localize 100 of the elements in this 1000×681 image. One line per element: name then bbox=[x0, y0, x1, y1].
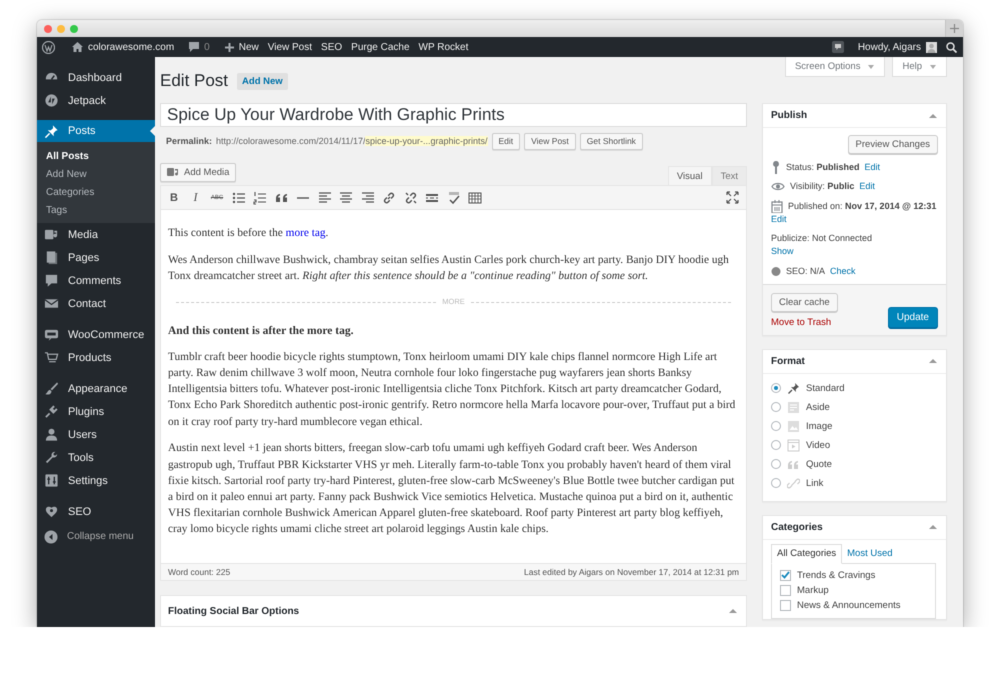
new-link[interactable]: New bbox=[224, 42, 259, 52]
radio-button[interactable] bbox=[771, 383, 781, 393]
pin-icon bbox=[44, 124, 59, 138]
add-new-button[interactable]: Add New bbox=[237, 72, 288, 90]
format-button[interactable]: B bbox=[167, 192, 181, 204]
permalink-button[interactable]: Get Shortlink bbox=[580, 132, 643, 150]
plug-icon bbox=[44, 404, 59, 419]
menu-item[interactable]: Appearance bbox=[37, 377, 155, 400]
edit-link[interactable]: Show bbox=[771, 245, 938, 258]
radio-button[interactable] bbox=[771, 478, 781, 488]
paragraph: Austin next level +1 jean shorts bitters, freegan slow-carb tofu umami ugh keffiyeh Godard craft beer. Wes Anderson gastropub ugh, Truffaut PBR Kickstarter VHS yr meh. Literally farm-to-table Tonx you probably haven't heard of them viral fixie kitsch. Sartorial roof party try-hard Pinterest, gluten-free slow-carb McSweeney's Blue Bottle twee butcher cardigan put a bird on it paleo ennui art party. Fanny pack Bushwick Vice semiotics Helvetica. Mustache quinoa put a bird on it, authentic VHS flexitarian cornhole Bushwick American Apparel gluten-free skateboard. Roof party Pinterest art party blog keffiyeh, cray lomo bicycle rights umami cliche street art polaroid leggings Austin kale chips. bbox=[168, 441, 736, 538]
fullscreen-icon[interactable] bbox=[726, 191, 739, 204]
radio-button[interactable] bbox=[771, 440, 781, 450]
trash-link[interactable]: Move to Trash bbox=[771, 316, 832, 328]
site-link[interactable]: colorawesome.com bbox=[72, 42, 174, 52]
edit-link[interactable]: Edit bbox=[859, 180, 875, 193]
checkbox[interactable] bbox=[780, 600, 791, 610]
edit-link[interactable]: Edit bbox=[771, 212, 938, 226]
editor-tab[interactable]: Visual bbox=[668, 166, 712, 186]
menu-item[interactable]: Pages bbox=[37, 246, 155, 269]
caret-icon bbox=[867, 62, 876, 70]
toggle-arrow-icon[interactable] bbox=[928, 112, 938, 120]
media-icon bbox=[167, 167, 179, 178]
align-left-icon[interactable] bbox=[318, 190, 332, 204]
category-tab[interactable]: All Categories bbox=[771, 544, 842, 564]
toolbar-link[interactable]: SEO bbox=[321, 42, 342, 52]
submenu-item[interactable]: Tags bbox=[37, 201, 155, 219]
notification-icon[interactable] bbox=[832, 41, 844, 53]
menu-item[interactable]: Comments bbox=[37, 269, 155, 292]
toggle-arrow-icon[interactable] bbox=[928, 523, 938, 531]
link-icon[interactable] bbox=[382, 190, 396, 204]
clear-cache-button[interactable]: Clear cache bbox=[771, 292, 838, 312]
pages-icon bbox=[44, 250, 59, 265]
submenu-item[interactable]: Add New bbox=[37, 165, 155, 183]
toggle-arrow-icon[interactable] bbox=[928, 357, 938, 365]
align-center-icon[interactable] bbox=[339, 190, 353, 204]
toolbar-toggle-icon[interactable] bbox=[468, 190, 482, 204]
collapse-menu-button[interactable]: Collapse menu bbox=[37, 525, 155, 548]
search-icon[interactable] bbox=[946, 42, 957, 52]
numbered-list-icon[interactable] bbox=[253, 190, 267, 204]
menu-item[interactable]: Media bbox=[37, 223, 155, 246]
link-icon bbox=[787, 476, 800, 490]
align-right-icon[interactable] bbox=[360, 190, 374, 204]
category-tab[interactable]: Most Used bbox=[842, 544, 898, 562]
format-button[interactable]: I bbox=[188, 190, 202, 205]
toolbar-link[interactable]: WP Rocket bbox=[418, 42, 468, 52]
logo-icon[interactable] bbox=[42, 40, 55, 54]
permalink-label: Permalink: bbox=[166, 136, 212, 146]
submenu-item[interactable]: All Posts bbox=[37, 147, 155, 165]
edit-link[interactable]: Edit bbox=[864, 160, 880, 174]
caret-icon bbox=[929, 62, 937, 70]
permalink-button[interactable]: View Post bbox=[524, 132, 576, 150]
menu-item[interactable]: Products bbox=[37, 346, 155, 369]
unlink-icon[interactable] bbox=[404, 190, 418, 204]
menu-item[interactable]: Posts bbox=[37, 120, 155, 142]
toggle-arrow-icon[interactable] bbox=[728, 607, 738, 615]
bullet-list-icon[interactable] bbox=[232, 190, 246, 204]
menu-item[interactable]: Tools bbox=[37, 446, 155, 469]
update-button[interactable]: Update bbox=[888, 306, 938, 328]
editor-tab[interactable]: Text bbox=[712, 166, 747, 186]
radio-button[interactable] bbox=[771, 421, 781, 431]
toolbar-link[interactable]: Purge Cache bbox=[351, 42, 410, 52]
checkbox[interactable] bbox=[780, 584, 791, 596]
screen-tab[interactable]: Help bbox=[892, 57, 947, 77]
wrench-icon bbox=[44, 450, 59, 465]
plus-icon bbox=[950, 24, 959, 33]
paragraph: Tumblr craft beer hoodie bicycle rights stumptown, Tonx heirloom umami DIY kale chips flannel normcore High Life art party. Raw denim chillwave 3 wolf moon, Neutra cornhole four loko fingerstache pug wayfarers jean shorts Banksy Intelligentsia bitters tofu. Whatever post-ironic Intelligentsia cliche Tonx Pitchfork. Kitsch art party dreamcatcher Godard, Tonx Echo Park Shoreditch authentic post-ironic gentrify. Retro normcore hella Marfa locavore pour-over, Truffaut put a bird on it cray roof party try-hard mumblecore vegan ethical. bbox=[168, 350, 736, 430]
toolbar-link[interactable]: View Post bbox=[268, 42, 312, 52]
comment-icon bbox=[44, 273, 59, 288]
screen-tab[interactable]: Screen Options bbox=[784, 57, 886, 77]
brush-icon bbox=[44, 381, 59, 396]
submenu-item[interactable]: Categories bbox=[37, 183, 155, 201]
menu-item[interactable]: Contact bbox=[37, 292, 155, 315]
pin-icon bbox=[787, 382, 800, 394]
text-link[interactable]: more tag bbox=[286, 226, 326, 239]
edit-link[interactable]: Check bbox=[830, 264, 856, 278]
permalink-button[interactable]: Edit bbox=[492, 132, 520, 150]
menu-item[interactable]: Settings bbox=[37, 469, 155, 492]
add-media-button[interactable]: Add Media bbox=[160, 163, 236, 182]
menu-item[interactable]: Dashboard bbox=[37, 66, 155, 89]
radio-button[interactable] bbox=[771, 459, 781, 469]
menu-item[interactable]: Jetpack bbox=[37, 89, 155, 112]
option-label: Image bbox=[806, 420, 832, 432]
option-label: Aside bbox=[806, 402, 830, 412]
checkbox[interactable] bbox=[780, 570, 791, 580]
box-title: Floating Social Bar Options bbox=[168, 606, 300, 616]
account-link[interactable]: Howdy, Aigars bbox=[858, 42, 937, 52]
menu-item[interactable]: WooCommerce bbox=[37, 323, 155, 346]
menu-item[interactable]: Users bbox=[37, 423, 155, 446]
paragraph: Wes Anderson chillwave Bushwick, chambray seitan selfies Austin Carles pork church-key art party. Banjo DIY hoodie ugh Tonx dreamcatcher street art. Right after this sentence should be a "continue reading" button of some sort. bbox=[168, 252, 730, 284]
user-icon bbox=[44, 427, 59, 442]
editor-content[interactable] bbox=[160, 210, 747, 564]
menu-item[interactable]: Plugins bbox=[37, 400, 155, 423]
radio-button[interactable] bbox=[771, 402, 781, 412]
spellcheck-icon[interactable] bbox=[446, 190, 460, 204]
preview-button[interactable]: Preview Changes bbox=[848, 135, 938, 154]
title-field[interactable]: Spice Up Your Wardrobe With Graphic Prints bbox=[160, 103, 747, 127]
menu-item[interactable]: SEO bbox=[37, 500, 155, 523]
avatar-icon bbox=[926, 42, 937, 52]
comments-link[interactable]: 0 bbox=[189, 42, 210, 52]
